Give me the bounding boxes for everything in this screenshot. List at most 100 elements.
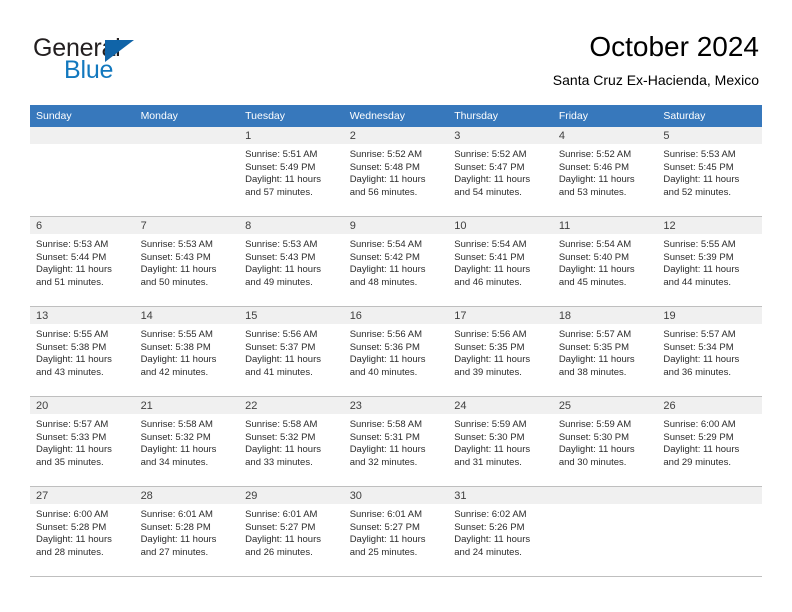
- calendar-day-cell[interactable]: 6 Sunrise: 5:53 AM Sunset: 5:44 PM Daylight…: [30, 216, 135, 307]
- day-number: [30, 127, 135, 144]
- day-details: Sunrise: 5:53 AM Sunset: 5:43 PM Daylight:…: [135, 234, 240, 289]
- sunrise-text: Sunrise: 5:59 AM: [454, 419, 527, 430]
- calendar-day-cell[interactable]: 21 Sunrise: 5:58 AM Sunset: 5:32 PM Dayligh…: [134, 396, 240, 487]
- daylight-text-line1: Daylight: 11 hours: [245, 444, 321, 456]
- calendar-day-cell[interactable]: 15 Sunrise: 5:56 AM Sunset: 5:37 PM Dayligh…: [239, 306, 344, 397]
- calendar-day-cell[interactable]: 12 Sunrise: 5:55 AM Sunset: 5:39 PM Dayligh…: [657, 216, 762, 307]
- calendar-day-cell[interactable]: 4 Sunrise: 5:52 AM Sunset: 5:46 PM Daylight…: [552, 127, 658, 217]
- daylight-text-line2: and 46 minutes.: [454, 276, 522, 288]
- sunset-text: Sunset: 5:45 PM: [663, 161, 734, 173]
- weekday-header-sunday: Sunday: [30, 105, 135, 127]
- sunset-text: Sunset: 5:46 PM: [558, 161, 630, 173]
- general-blue-logo[interactable]: General Blue: [33, 36, 233, 88]
- daylight-text-line2: and 44 minutes.: [663, 276, 731, 288]
- daylight-text-line1: Daylight: 11 hours: [558, 264, 635, 276]
- calendar-day-cell[interactable]: 20 Sunrise: 5:57 AM Sunset: 5:33 PM Dayligh…: [30, 396, 135, 487]
- weekday-header-monday: Monday: [134, 105, 240, 127]
- daylight-text-line2: and 41 minutes.: [245, 366, 313, 378]
- calendar-day-cell[interactable]: 30 Sunrise: 6:01 AM Sunset: 5:27 PM Dayligh…: [343, 486, 449, 577]
- daylight-text-line1: Daylight: 11 hours: [454, 534, 531, 546]
- day-details: Sunrise: 5:55 AM Sunset: 5:38 PM Daylight:…: [135, 324, 240, 379]
- daylight-text-line2: and 34 minutes.: [140, 456, 209, 468]
- daylight-text-line2: and 57 minutes.: [245, 186, 313, 198]
- weekday-header-friday: Friday: [552, 105, 658, 127]
- calendar-day-cell[interactable]: 5 Sunrise: 5:53 AM Sunset: 5:45 PM Daylight…: [657, 127, 762, 217]
- day-details: Sunrise: 5:51 AM Sunset: 5:49 PM Daylight:…: [239, 144, 344, 199]
- calendar-body: 1 Sunrise: 5:51 AM Sunset: 5:49 PM Daylight…: [30, 127, 762, 577]
- day-number: 10: [448, 217, 553, 234]
- daylight-text-line1: Daylight: 11 hours: [454, 264, 531, 276]
- calendar-day-cell-empty: [30, 127, 135, 217]
- daylight-text-line1: Daylight: 11 hours: [36, 354, 112, 366]
- calendar-day-cell[interactable]: 19 Sunrise: 5:57 AM Sunset: 5:34 PM Dayligh…: [657, 306, 762, 397]
- day-number: 31: [448, 487, 553, 504]
- sunrise-text: Sunrise: 5:53 AM: [245, 239, 318, 250]
- calendar-day-cell[interactable]: 23 Sunrise: 5:58 AM Sunset: 5:31 PM Dayligh…: [343, 396, 449, 487]
- day-details: Sunrise: 6:01 AM Sunset: 5:27 PM Daylight:…: [344, 504, 449, 559]
- calendar-day-cell[interactable]: 2 Sunrise: 5:52 AM Sunset: 5:48 PM Daylight…: [343, 127, 449, 217]
- sunset-text: Sunset: 5:27 PM: [349, 521, 420, 533]
- day-details: Sunrise: 6:00 AM Sunset: 5:29 PM Daylight:…: [657, 414, 762, 469]
- day-details: Sunrise: 5:57 AM Sunset: 5:33 PM Daylight:…: [30, 414, 135, 469]
- calendar-day-cell[interactable]: 29 Sunrise: 6:01 AM Sunset: 5:27 PM Dayligh…: [239, 486, 344, 577]
- day-details: Sunrise: 5:56 AM Sunset: 5:35 PM Daylight:…: [448, 324, 553, 379]
- calendar-day-cell[interactable]: 7 Sunrise: 5:53 AM Sunset: 5:43 PM Daylight…: [134, 216, 240, 307]
- sunset-text: Sunset: 5:28 PM: [36, 521, 107, 533]
- calendar-day-cell[interactable]: 13 Sunrise: 5:55 AM Sunset: 5:38 PM Dayligh…: [30, 306, 135, 397]
- daylight-text-line1: Daylight: 11 hours: [454, 444, 531, 456]
- day-number: 22: [239, 397, 344, 414]
- daylight-text-line2: and 28 minutes.: [36, 546, 104, 558]
- sunrise-text: Sunrise: 5:55 AM: [140, 329, 213, 340]
- calendar-day-cell[interactable]: 17 Sunrise: 5:56 AM Sunset: 5:35 PM Dayligh…: [448, 306, 553, 397]
- daylight-text-line2: and 24 minutes.: [454, 546, 522, 558]
- daylight-text-line2: and 51 minutes.: [36, 276, 104, 288]
- sunset-text: Sunset: 5:28 PM: [140, 521, 211, 533]
- calendar-day-cell[interactable]: 25 Sunrise: 5:59 AM Sunset: 5:30 PM Dayligh…: [552, 396, 658, 487]
- day-number: 23: [343, 397, 449, 414]
- calendar-day-cell[interactable]: 3 Sunrise: 5:52 AM Sunset: 5:47 PM Daylight…: [448, 127, 553, 217]
- calendar-day-cell[interactable]: 10 Sunrise: 5:54 AM Sunset: 5:41 PM Dayligh…: [448, 216, 553, 307]
- calendar-page: General Blue October 2024 Santa Cruz Ex-…: [0, 0, 792, 612]
- daylight-text-line1: Daylight: 11 hours: [349, 354, 426, 366]
- calendar-day-cell[interactable]: 18 Sunrise: 5:57 AM Sunset: 5:35 PM Dayligh…: [552, 306, 658, 397]
- sunset-text: Sunset: 5:43 PM: [140, 251, 211, 263]
- daylight-text-line2: and 45 minutes.: [558, 276, 627, 288]
- calendar-day-cell[interactable]: 1 Sunrise: 5:51 AM Sunset: 5:49 PM Daylight…: [239, 127, 344, 217]
- calendar-day-cell[interactable]: 31 Sunrise: 6:02 AM Sunset: 5:26 PM Dayligh…: [448, 486, 553, 577]
- day-number: 4: [552, 127, 658, 144]
- daylight-text-line1: Daylight: 11 hours: [36, 444, 112, 456]
- day-details: Sunrise: 6:02 AM Sunset: 5:26 PM Daylight:…: [448, 504, 553, 559]
- calendar-day-cell[interactable]: 26 Sunrise: 6:00 AM Sunset: 5:29 PM Dayligh…: [657, 396, 762, 487]
- calendar-day-cell[interactable]: 28 Sunrise: 6:01 AM Sunset: 5:28 PM Dayligh…: [134, 486, 240, 577]
- sunset-text: Sunset: 5:40 PM: [558, 251, 630, 263]
- calendar-day-cell[interactable]: 14 Sunrise: 5:55 AM Sunset: 5:38 PM Dayligh…: [134, 306, 240, 397]
- daylight-text-line1: Daylight: 11 hours: [140, 444, 217, 456]
- day-details: Sunrise: 5:55 AM Sunset: 5:38 PM Daylight:…: [30, 324, 135, 379]
- sunrise-text: Sunrise: 5:58 AM: [349, 419, 423, 430]
- sunset-text: Sunset: 5:32 PM: [245, 431, 316, 443]
- calendar-day-cell[interactable]: 11 Sunrise: 5:54 AM Sunset: 5:40 PM Dayligh…: [552, 216, 658, 307]
- daylight-text-line1: Daylight: 11 hours: [558, 444, 635, 456]
- daylight-text-line1: Daylight: 11 hours: [454, 354, 531, 366]
- calendar-week-row: 20 Sunrise: 5:57 AM Sunset: 5:33 PM Dayligh…: [30, 396, 762, 487]
- title-block: October 2024 Santa Cruz Ex-Hacienda, Mex…: [553, 30, 759, 90]
- calendar-day-cell[interactable]: 24 Sunrise: 5:59 AM Sunset: 5:30 PM Dayligh…: [448, 396, 553, 487]
- calendar-day-cell[interactable]: 16 Sunrise: 5:56 AM Sunset: 5:36 PM Dayligh…: [343, 306, 449, 397]
- calendar-day-cell[interactable]: 22 Sunrise: 5:58 AM Sunset: 5:32 PM Dayligh…: [239, 396, 344, 487]
- day-details: Sunrise: 5:52 AM Sunset: 5:48 PM Daylight:…: [344, 144, 449, 199]
- daylight-text-line2: and 31 minutes.: [454, 456, 522, 468]
- sunrise-text: Sunrise: 5:56 AM: [454, 329, 527, 340]
- day-number: 29: [239, 487, 344, 504]
- calendar-day-cell[interactable]: 9 Sunrise: 5:54 AM Sunset: 5:42 PM Daylight…: [343, 216, 449, 307]
- day-details: Sunrise: 5:52 AM Sunset: 5:46 PM Daylight:…: [553, 144, 658, 199]
- daylight-text-line1: Daylight: 11 hours: [140, 264, 217, 276]
- calendar-day-cell[interactable]: 8 Sunrise: 5:53 AM Sunset: 5:43 PM Daylight…: [239, 216, 344, 307]
- sunrise-text: Sunrise: 5:59 AM: [558, 419, 632, 430]
- sunrise-text: Sunrise: 5:55 AM: [36, 329, 109, 340]
- calendar-day-cell[interactable]: 27 Sunrise: 6:00 AM Sunset: 5:28 PM Dayligh…: [30, 486, 135, 577]
- day-details: Sunrise: 5:53 AM Sunset: 5:44 PM Daylight:…: [30, 234, 135, 289]
- calendar-week-row: 27 Sunrise: 6:00 AM Sunset: 5:28 PM Dayligh…: [30, 486, 762, 577]
- sunset-text: Sunset: 5:38 PM: [36, 341, 107, 353]
- sunset-text: Sunset: 5:49 PM: [245, 161, 316, 173]
- day-number: [552, 487, 658, 504]
